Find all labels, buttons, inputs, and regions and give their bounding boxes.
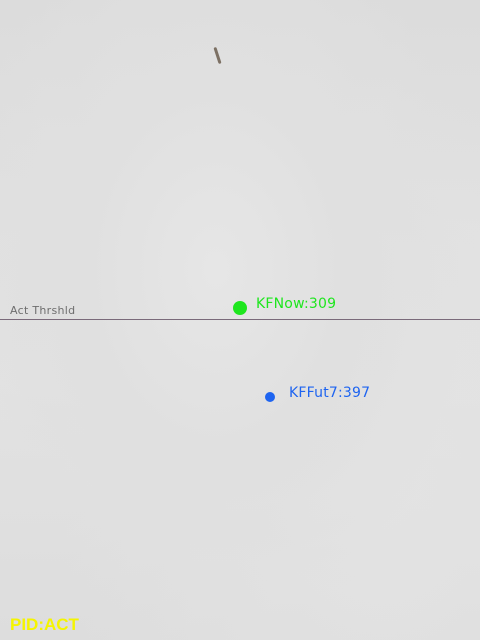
kf-future-marker bbox=[265, 392, 275, 402]
kf-now-marker bbox=[233, 301, 247, 315]
kf-future-label: KFFut7:397 bbox=[289, 385, 371, 401]
activation-threshold-line bbox=[0, 319, 480, 320]
debris-speck bbox=[213, 46, 222, 65]
pid-status-label: PID:ACT bbox=[10, 615, 79, 634]
activation-threshold-label: Act Thrshld bbox=[10, 304, 76, 317]
kf-now-label: KFNow:309 bbox=[256, 296, 337, 312]
